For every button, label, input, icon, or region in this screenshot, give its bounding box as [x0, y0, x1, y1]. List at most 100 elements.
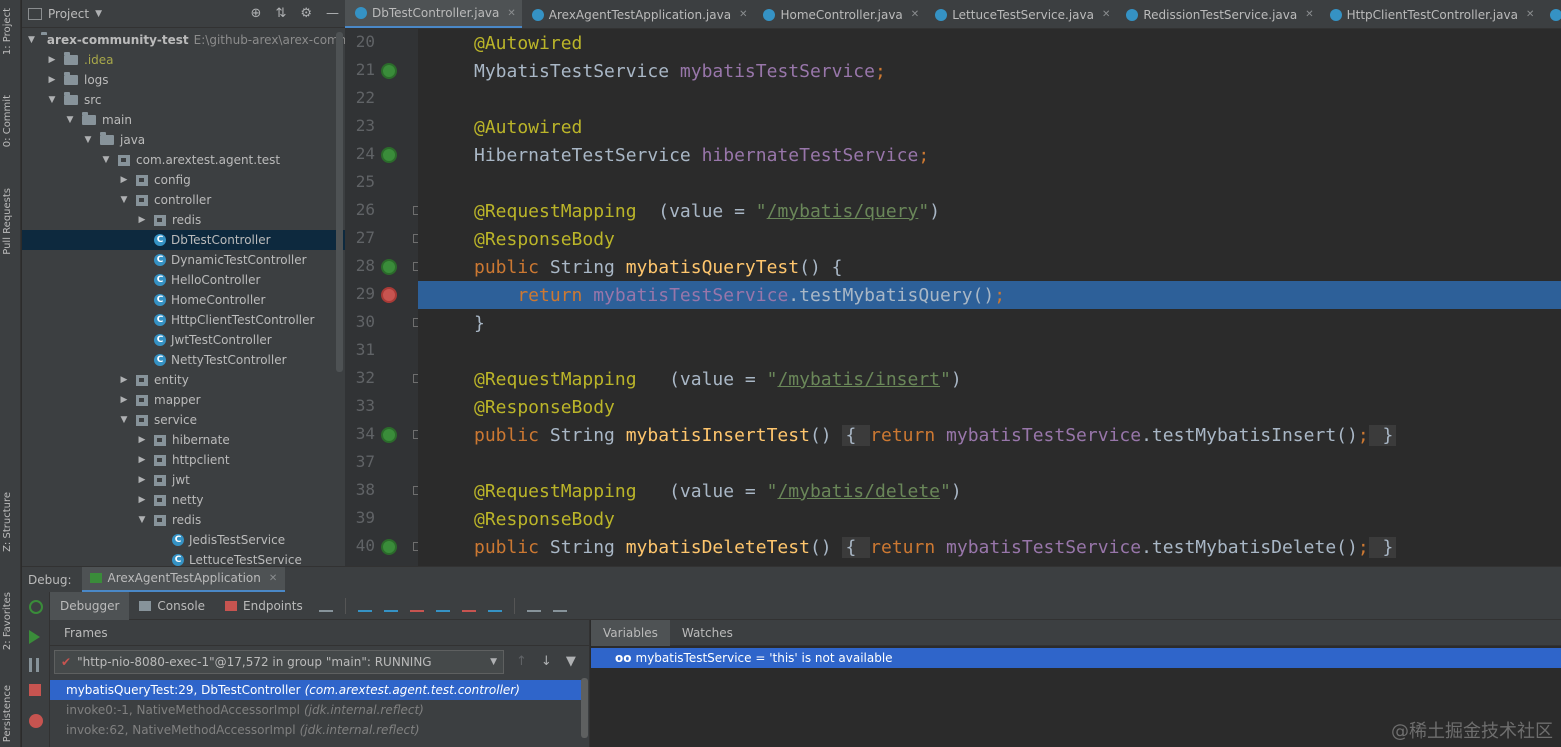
- tree-item[interactable]: C DbTestController: [22, 230, 345, 250]
- close-icon[interactable]: ✕: [269, 573, 277, 584]
- frame-row[interactable]: invoke:62, NativeMethodAccessorImpl (jdk.…: [50, 720, 581, 740]
- chevron-right-icon[interactable]: ▶: [118, 375, 130, 385]
- tree-item[interactable]: C DynamicTestController: [22, 250, 345, 270]
- tree-item[interactable]: ▼ redis: [22, 510, 345, 530]
- arrow-up-icon[interactable]: ↑: [516, 654, 527, 669]
- tree-item[interactable]: ▼ src: [22, 90, 345, 110]
- code-line[interactable]: @ResponseBody: [418, 505, 1561, 533]
- tree-item[interactable]: C HttpClientTestController: [22, 310, 345, 330]
- chevron-right-icon[interactable]: ▶: [46, 75, 58, 85]
- tool-tab-pull-requests[interactable]: Pull Requests: [2, 188, 13, 255]
- project-tree-scrollbar[interactable]: [336, 32, 343, 372]
- frames-scrollbar[interactable]: [581, 678, 588, 738]
- rerun-icon[interactable]: [29, 600, 43, 614]
- close-icon[interactable]: ✕: [739, 9, 747, 20]
- tool-tab-structure[interactable]: Z: Structure: [2, 492, 13, 552]
- layout-icon[interactable]: [318, 600, 333, 612]
- tab-variables[interactable]: Variables: [591, 619, 670, 646]
- chevron-down-icon[interactable]: ▼: [82, 135, 94, 145]
- project-panel-title[interactable]: Project: [48, 7, 89, 21]
- editor-tab[interactable]: ArexAgentTestApplication.java ✕: [522, 0, 754, 28]
- code-line[interactable]: @ResponseBody: [418, 393, 1561, 421]
- tree-item[interactable]: C JwtTestController: [22, 330, 345, 350]
- debug-session-tab[interactable]: ArexAgentTestApplication ✕: [81, 566, 286, 593]
- chevron-down-icon[interactable]: ▼: [118, 195, 130, 205]
- code-line[interactable]: [418, 85, 1561, 113]
- locate-icon[interactable]: ⊕: [251, 6, 262, 21]
- editor-tab[interactable]: LettuceTestService.java ✕: [925, 0, 1116, 28]
- breakpoint-icon[interactable]: [381, 287, 397, 303]
- code-line[interactable]: }: [418, 309, 1561, 337]
- filter-icon[interactable]: ▼: [566, 654, 576, 669]
- editor-tab[interactable]: HomeController.java ✕: [753, 0, 925, 28]
- force-step-into-icon[interactable]: [409, 600, 424, 612]
- resume-icon[interactable]: [29, 630, 40, 644]
- editor-gutter[interactable]: 20 21 22 23 24 25 26 27 28 29 30 31 32 33 34 37 38 39 40: [345, 29, 422, 566]
- tree-item[interactable]: ▼ java: [22, 130, 345, 150]
- tab-watches[interactable]: Watches: [670, 620, 745, 646]
- chevron-right-icon[interactable]: ▶: [136, 455, 148, 465]
- tree-item[interactable]: ▶ logs: [22, 70, 345, 90]
- code-editor[interactable]: @Autowired MybatisTestService mybatisTest…: [418, 29, 1561, 566]
- variable-row[interactable]: oo mybatisTestService = 'this' is not av…: [591, 648, 1561, 668]
- tree-item[interactable]: ▶ config: [22, 170, 345, 190]
- tree-item[interactable]: ▶ netty: [22, 490, 345, 510]
- frame-row[interactable]: mybatisQueryTest:29, DbTestController (co…: [50, 680, 581, 700]
- drop-frame-icon[interactable]: [461, 600, 476, 612]
- code-line[interactable]: public String mybatisQueryTest() {: [418, 253, 1561, 281]
- close-icon[interactable]: ✕: [1102, 9, 1110, 20]
- chevron-right-icon[interactable]: ▶: [136, 495, 148, 505]
- step-over-icon[interactable]: [357, 600, 372, 612]
- tree-item[interactable]: ▶ mapper: [22, 390, 345, 410]
- tree-item[interactable]: ▶ redis: [22, 210, 345, 230]
- run-to-cursor-icon[interactable]: [487, 600, 502, 612]
- collapse-all-icon[interactable]: ⇅: [275, 6, 286, 21]
- tab-debugger[interactable]: Debugger: [50, 591, 130, 620]
- execution-line[interactable]: return mybatisTestService .testMybatisQue…: [418, 281, 1561, 309]
- stop-icon[interactable]: [29, 684, 41, 696]
- tree-item[interactable]: ▶ jwt: [22, 470, 345, 490]
- chevron-down-icon[interactable]: ▼: [64, 115, 76, 125]
- step-into-icon[interactable]: [383, 600, 398, 612]
- pause-icon[interactable]: [29, 658, 39, 672]
- tree-item[interactable]: ▼ com.arextest.agent.test: [22, 150, 345, 170]
- code-line[interactable]: public String mybatisDeleteTest() { retu…: [418, 533, 1561, 561]
- tool-tab-commit[interactable]: 0: Commit: [2, 95, 13, 147]
- step-out-icon[interactable]: [435, 600, 450, 612]
- chevron-right-icon[interactable]: ▶: [118, 395, 130, 405]
- arrow-down-icon[interactable]: ↓: [541, 654, 552, 669]
- hide-icon[interactable]: —: [326, 6, 339, 21]
- code-line[interactable]: [418, 337, 1561, 365]
- chevron-down-icon[interactable]: ▼: [95, 9, 102, 19]
- code-line[interactable]: HibernateTestService hibernateTestServic…: [418, 141, 1561, 169]
- chevron-down-icon[interactable]: ▼: [118, 415, 130, 425]
- tool-tab-persistence[interactable]: Persistence: [2, 685, 13, 742]
- chevron-right-icon[interactable]: ▶: [46, 55, 58, 65]
- code-line[interactable]: @Autowired: [418, 29, 1561, 57]
- bean-icon[interactable]: [381, 147, 397, 163]
- close-icon[interactable]: ✕: [507, 8, 515, 19]
- close-icon[interactable]: ✕: [911, 9, 919, 20]
- web-endpoint-icon[interactable]: [381, 539, 397, 555]
- editor-tab[interactable]: LettuceTestContro✕: [1540, 0, 1561, 28]
- evaluate-expression-icon[interactable]: [526, 600, 541, 612]
- code-line[interactable]: public String mybatisInsertTest() { retu…: [418, 421, 1561, 449]
- code-line[interactable]: @ResponseBody: [418, 225, 1561, 253]
- view-breakpoints-icon[interactable]: [29, 714, 43, 728]
- editor-tab[interactable]: DbTestController.java ✕: [345, 0, 522, 28]
- close-icon[interactable]: ✕: [1526, 9, 1534, 20]
- tree-item[interactable]: ▼ main: [22, 110, 345, 130]
- code-line[interactable]: @RequestMapping (value = "/mybatis/inser…: [418, 365, 1561, 393]
- chevron-down-icon[interactable]: ▼: [490, 657, 497, 667]
- chevron-right-icon[interactable]: ▶: [136, 215, 148, 225]
- chevron-down-icon[interactable]: ▼: [46, 95, 58, 105]
- tree-item[interactable]: ▶ .idea: [22, 50, 345, 70]
- bean-icon[interactable]: [381, 63, 397, 79]
- tab-console[interactable]: Console: [129, 592, 215, 620]
- tree-item[interactable]: C HelloController: [22, 270, 345, 290]
- code-line[interactable]: @Autowired: [418, 113, 1561, 141]
- tree-item[interactable]: C HomeController: [22, 290, 345, 310]
- editor-tab[interactable]: RedissionTestService.java ✕: [1116, 0, 1319, 28]
- tree-item[interactable]: ▼ arex-community-test E:\github-arex\arex-…: [22, 30, 366, 50]
- tree-item[interactable]: ▶ httpclient: [22, 450, 345, 470]
